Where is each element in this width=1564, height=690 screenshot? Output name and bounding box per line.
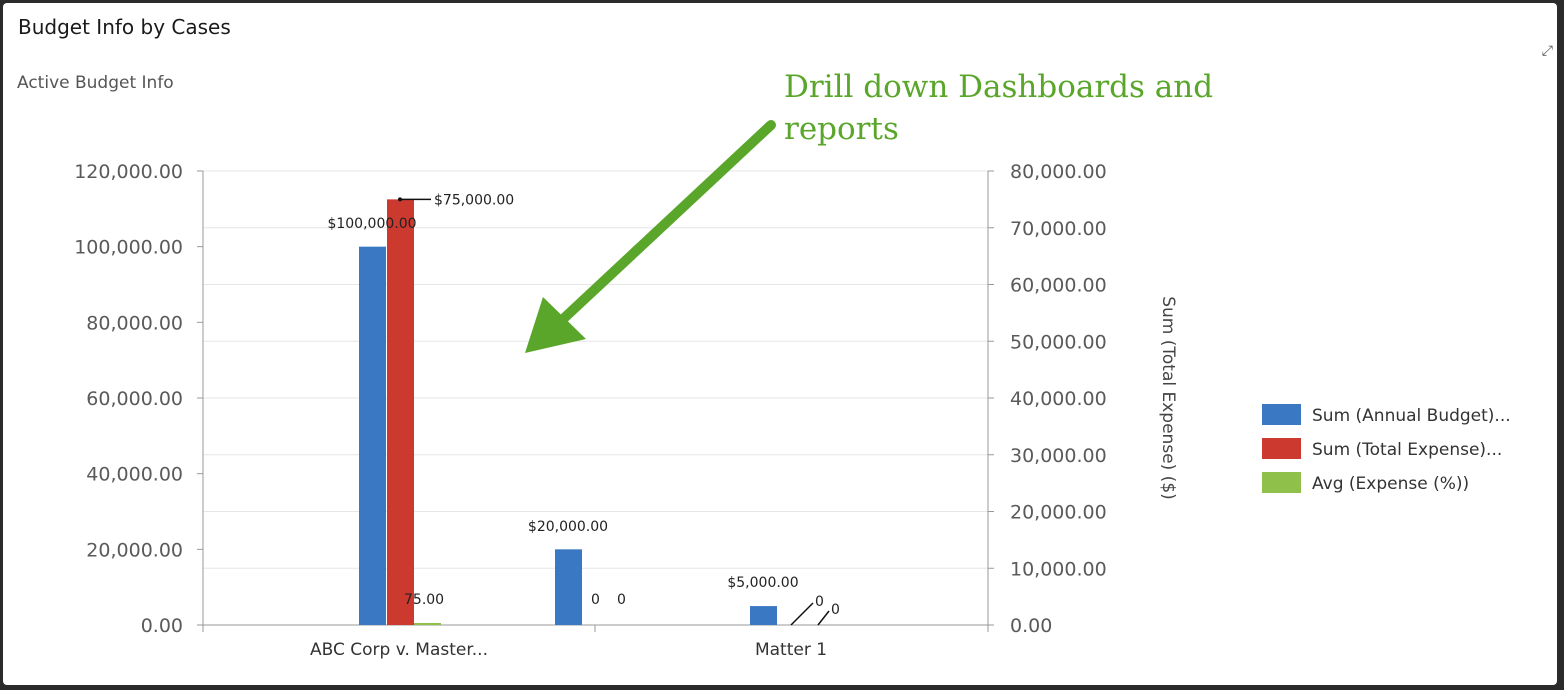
legend-label[interactable]: Sum (Total Expense)... <box>1312 440 1502 460</box>
legend-label[interactable]: Avg (Expense (%)) <box>1312 474 1469 494</box>
legend-swatch[interactable] <box>1262 404 1301 425</box>
data-label: $5,000.00 <box>727 575 798 591</box>
data-label: $100,000.00 <box>327 216 416 232</box>
left-tick-label: 0.00 <box>141 615 183 637</box>
left-tick-label: 80,000.00 <box>86 312 183 334</box>
bar-annual-budget[interactable] <box>555 549 582 625</box>
legend-swatch[interactable] <box>1262 438 1301 459</box>
legend-swatch[interactable] <box>1262 472 1301 493</box>
data-label: 0 <box>815 594 824 610</box>
left-tick-label: 60,000.00 <box>86 388 183 410</box>
category-label: ABC Corp v. Master... <box>310 640 488 660</box>
left-tick-label: 20,000.00 <box>86 539 183 561</box>
left-tick-label: 120,000.00 <box>74 161 183 183</box>
right-axis-title: Sum (Total Expense) ($) <box>1158 296 1178 500</box>
data-label: 0 <box>831 602 840 618</box>
bars[interactable] <box>359 199 777 625</box>
label-leader-dot <box>398 197 402 202</box>
bar-avg-expense[interactable] <box>414 623 441 625</box>
bar-total-expense[interactable] <box>387 199 414 625</box>
left-tick-label: 40,000.00 <box>86 464 183 486</box>
right-tick-label: 70,000.00 <box>1010 218 1107 240</box>
data-label: $20,000.00 <box>528 519 608 535</box>
left-tick-label: 100,000.00 <box>74 237 183 259</box>
right-tick-label: 60,000.00 <box>1010 275 1107 297</box>
bar-annual-budget[interactable] <box>750 606 777 625</box>
data-label: $75,000.00 <box>434 192 514 208</box>
right-tick-label: 10,000.00 <box>1010 558 1107 580</box>
axes: 0.00 20,000.00 40,000.00 60,000.00 80,000.00… <box>74 161 1107 660</box>
category-label: Matter 1 <box>755 640 827 660</box>
label-leader-line <box>790 602 814 626</box>
right-tick-label: 80,000.00 <box>1010 161 1107 183</box>
label-leader-line <box>817 610 830 626</box>
annotation-line-2: reports <box>784 111 899 147</box>
right-tick-label: 50,000.00 <box>1010 331 1107 353</box>
budget-chart[interactable]: 0.00 20,000.00 40,000.00 60,000.00 80,000.00… <box>3 3 1557 685</box>
right-tick-label: 30,000.00 <box>1010 445 1107 467</box>
right-tick-label: 0.00 <box>1010 615 1052 637</box>
right-tick-label: 40,000.00 <box>1010 388 1107 410</box>
legend-label[interactable]: Sum (Annual Budget)... <box>1312 406 1511 426</box>
legend[interactable]: Sum (Annual Budget)... Sum (Total Expense… <box>1262 404 1511 494</box>
right-tick-label: 20,000.00 <box>1010 502 1107 524</box>
annotation: Drill down Dashboards and reports <box>525 69 1213 353</box>
data-label: 0 <box>591 592 600 608</box>
data-label: 75.00 <box>404 592 444 608</box>
arrow-shaft <box>556 120 776 326</box>
gridlines <box>203 170 988 569</box>
annotation-line-1: Drill down Dashboards and <box>784 69 1213 105</box>
chart-panel: Budget Info by Cases Active Budget Info … <box>3 3 1557 685</box>
data-label: 0 <box>617 592 626 608</box>
bar-annual-budget[interactable] <box>359 246 386 625</box>
